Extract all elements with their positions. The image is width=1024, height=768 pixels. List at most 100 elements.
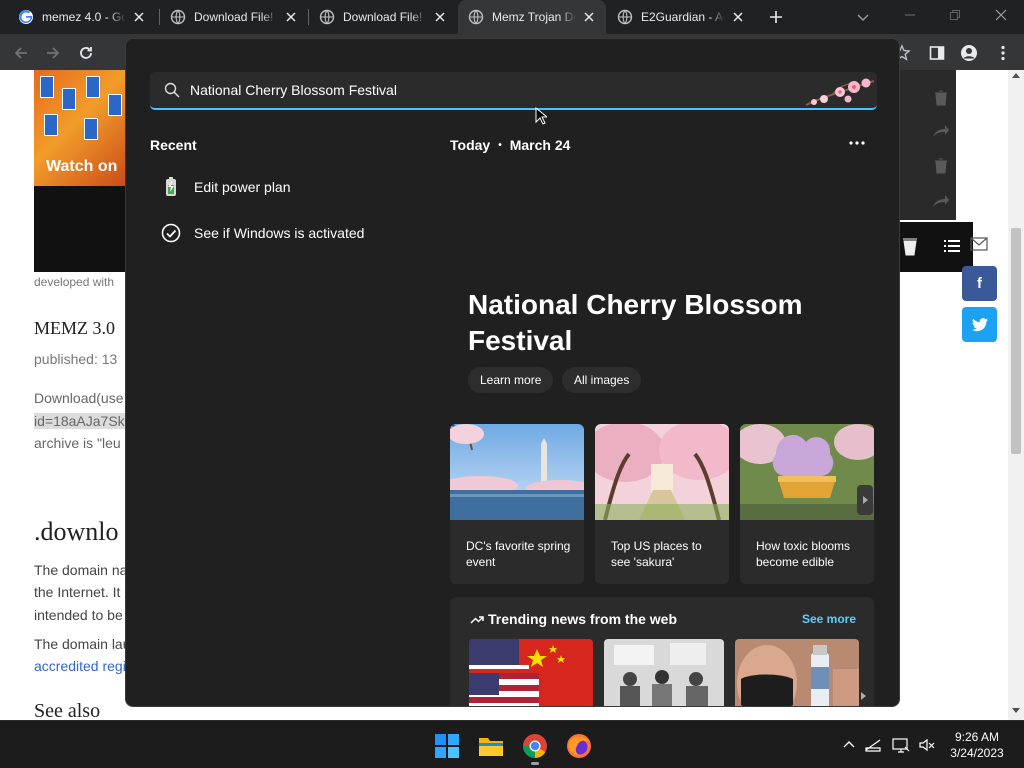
accredited-link[interactable]: accredited regi	[34, 658, 126, 674]
published-text: published: 13	[34, 351, 118, 367]
new-tab-icon[interactable]	[768, 9, 784, 25]
all-images-button[interactable]: All images	[562, 367, 642, 393]
profile-icon[interactable]	[960, 44, 978, 62]
domain-text: the Internet. It	[34, 584, 121, 600]
trash-icon[interactable]	[934, 90, 948, 106]
card-sakura-places[interactable]: Top US places to see 'sakura'	[595, 424, 729, 584]
search-input[interactable]	[190, 72, 750, 108]
tab-title: memez 4.0 - Google	[42, 10, 126, 24]
close-icon[interactable]	[582, 10, 596, 24]
bullet-separator: •	[498, 139, 502, 151]
minimize-icon[interactable]	[903, 8, 917, 22]
chevron-right-icon[interactable]	[856, 681, 870, 707]
twitter-icon	[971, 317, 988, 331]
see-also-heading: See also	[34, 700, 101, 720]
back-icon[interactable]	[12, 44, 30, 62]
file-explorer-icon[interactable]	[478, 733, 504, 759]
trending-title: Trending news from the web	[488, 611, 678, 627]
news-image-vaccine[interactable]	[735, 639, 859, 706]
cup-icon[interactable]	[902, 236, 918, 256]
chevron-up-icon[interactable]	[840, 736, 858, 754]
system-clock[interactable]: 9:26 AM 3/24/2023	[942, 729, 1012, 761]
windows-taskbar: 9:26 AM 3/24/2023	[0, 720, 1024, 768]
browser-tab-strip: memez 4.0 - Google Download File! Downlo…	[0, 0, 1024, 34]
reload-icon[interactable]	[77, 44, 95, 62]
chevron-down-icon[interactable]	[856, 10, 870, 24]
scroll-down-icon[interactable]	[1012, 708, 1020, 714]
twitter-share-button[interactable]	[962, 307, 997, 342]
close-window-icon[interactable]	[994, 8, 1008, 22]
tab-download-file-2[interactable]: Download File!	[309, 0, 457, 34]
domain-text: The domain lau	[34, 636, 131, 652]
recent-item-windows-activated[interactable]: See if Windows is activated	[150, 213, 410, 253]
developed-with-text: developed with	[34, 275, 115, 289]
recent-item-label: See if Windows is activated	[194, 225, 365, 241]
tab-memez[interactable]: memez 4.0 - Google	[8, 0, 156, 34]
download-heading: .downlo	[34, 517, 119, 546]
video-embed[interactable]: Watch on	[34, 70, 126, 272]
recent-item-edit-power-plan[interactable]: Edit power plan	[150, 167, 410, 207]
scroll-up-icon[interactable]	[1012, 72, 1020, 78]
see-more-link[interactable]: See more	[802, 612, 856, 626]
mouse-cursor-icon	[535, 107, 547, 125]
tab-memz-trojan[interactable]: Memz Trojan Download	[458, 0, 606, 34]
cherry-tree-path-image	[595, 424, 729, 520]
search-icon	[164, 82, 180, 98]
more-options-icon[interactable]	[846, 135, 868, 151]
mail-icon[interactable]	[970, 236, 988, 252]
network-disconnected-icon[interactable]	[864, 736, 882, 754]
learn-more-button[interactable]: Learn more	[468, 367, 554, 393]
restore-icon[interactable]	[948, 8, 962, 22]
share-arrow-icon[interactable]	[932, 194, 950, 208]
trash-icon[interactable]	[934, 158, 948, 174]
trending-up-icon	[470, 616, 484, 624]
list-icon[interactable]	[944, 239, 960, 253]
kebab-menu-icon[interactable]	[994, 44, 1012, 62]
close-icon[interactable]	[731, 10, 745, 24]
tab-title: Download File!	[343, 10, 423, 24]
tab-e2guardian[interactable]: E2Guardian - Access	[607, 0, 755, 34]
tab-title: Memz Trojan Download	[492, 10, 576, 24]
tab-title: Download File!	[194, 10, 274, 24]
volume-muted-icon[interactable]	[918, 736, 936, 754]
domain-text: The domain na	[34, 562, 128, 578]
card-dc-spring-event[interactable]: DC's favorite spring event	[450, 424, 584, 584]
share-arrow-icon[interactable]	[932, 124, 950, 138]
close-icon[interactable]	[132, 10, 146, 24]
side-panel-icon[interactable]	[928, 44, 946, 62]
card-caption: DC's favorite spring event	[466, 539, 571, 569]
cherry-blossom-icon	[805, 78, 875, 106]
cards-next-button[interactable]	[857, 485, 873, 515]
download-text: Download(use	[34, 390, 124, 406]
forward-icon[interactable]	[44, 44, 62, 62]
tab-download-file-1[interactable]: Download File!	[160, 0, 308, 34]
facebook-icon: f	[977, 275, 982, 292]
chevron-right-icon	[863, 496, 868, 504]
dark-toolbar	[898, 222, 973, 272]
facebook-share-button[interactable]: f	[962, 266, 997, 301]
page-scrollbar[interactable]	[1008, 70, 1024, 720]
close-icon[interactable]	[284, 10, 298, 24]
news-image-flags[interactable]	[469, 639, 593, 706]
watch-on-label[interactable]: Watch on	[46, 158, 117, 176]
globe-icon	[617, 9, 633, 25]
globe-icon	[468, 9, 484, 25]
battery-icon	[166, 177, 176, 196]
card-toxic-blooms[interactable]: How toxic blooms become edible	[740, 424, 874, 584]
search-box[interactable]	[150, 72, 877, 110]
dark-side-panel	[898, 70, 956, 220]
scrollbar-thumb[interactable]	[1011, 228, 1021, 454]
firefox-icon[interactable]	[566, 733, 592, 759]
check-circle-icon	[161, 223, 181, 243]
hero-title[interactable]: National Cherry Blossom Festival	[468, 287, 848, 359]
page-heading: MEMZ 3.0	[34, 318, 115, 338]
recent-heading: Recent	[150, 137, 197, 153]
windows-start-icon[interactable]	[434, 733, 460, 759]
protest-image	[604, 639, 724, 706]
domain-text: intended to be	[34, 607, 123, 623]
today-date: March 24	[509, 137, 571, 153]
news-image-protest[interactable]	[604, 639, 724, 706]
chrome-icon[interactable]	[522, 733, 548, 759]
display-icon[interactable]	[892, 736, 910, 754]
close-icon[interactable]	[433, 10, 447, 24]
